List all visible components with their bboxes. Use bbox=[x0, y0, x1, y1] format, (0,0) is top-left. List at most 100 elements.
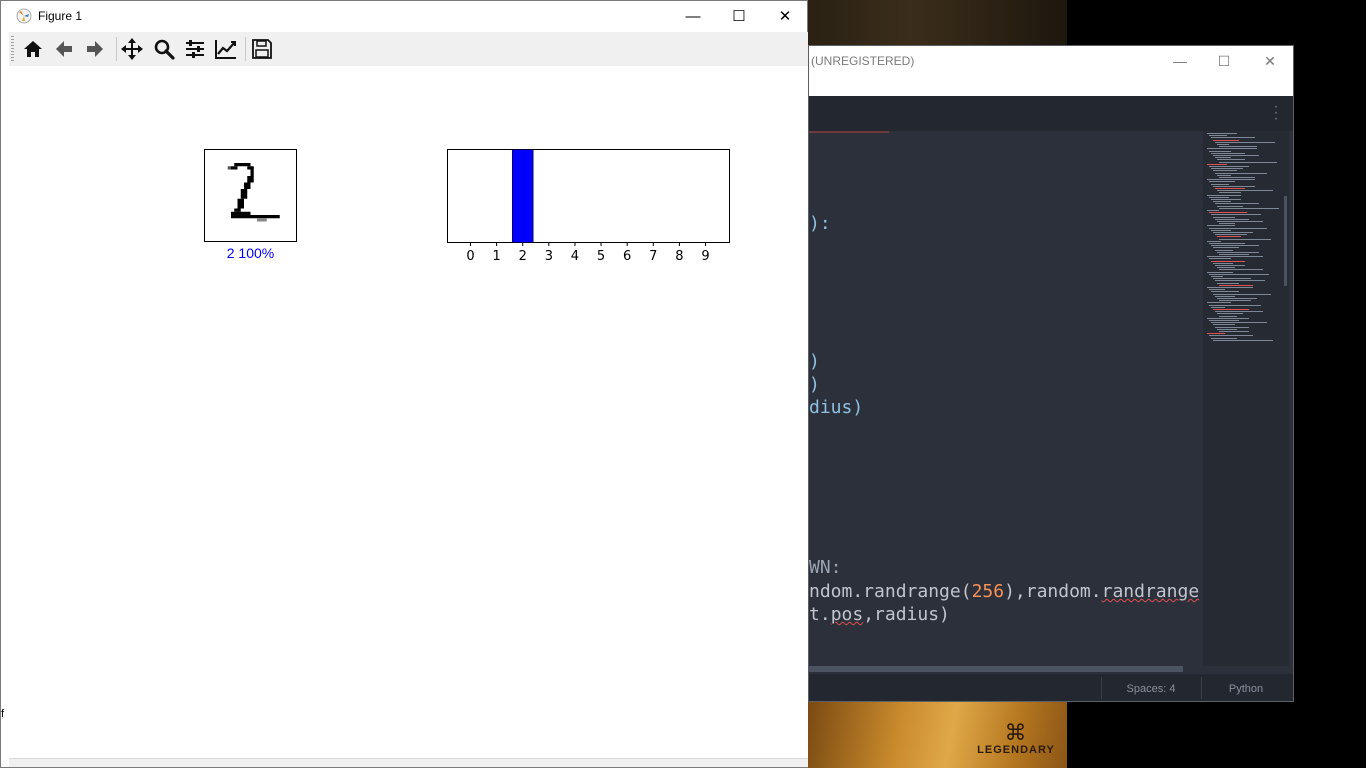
editor-minimize-button[interactable]: — bbox=[1157, 50, 1203, 72]
editor-window[interactable]: (UNREGISTERED) — ☐ ✕ · · · ):)) dius) WN: ndo… bbox=[808, 45, 1294, 702]
editor-maximize-button[interactable]: ☐ bbox=[1201, 50, 1247, 72]
figure-titlebar[interactable]: Figure 1 — ☐ ✕ bbox=[1, 1, 807, 32]
tab-overflow-icon[interactable]: · · · bbox=[1273, 99, 1279, 127]
minimap-line bbox=[1215, 280, 1265, 282]
minimap-line bbox=[1209, 258, 1231, 260]
figure-window[interactable]: Figure 1 — ☐ ✕ 2 100% 0 1 2 3 4 5 6 7 8 … bbox=[0, 0, 808, 768]
digit-image-axes bbox=[204, 149, 297, 242]
code-token: t. bbox=[809, 604, 831, 625]
code-line[interactable]: WN: bbox=[809, 557, 842, 578]
horizontal-scrollbar[interactable] bbox=[809, 666, 1183, 672]
minimap-line bbox=[1215, 295, 1235, 297]
x-tick-label: 0 bbox=[466, 249, 474, 264]
digit-image bbox=[227, 163, 280, 222]
minimap-line bbox=[1207, 210, 1219, 211]
code-line[interactable]: t.pos,radius) bbox=[809, 604, 950, 625]
code-line[interactable]: ) bbox=[809, 351, 820, 372]
minimap-line bbox=[1209, 304, 1261, 306]
minimap-line bbox=[1207, 287, 1253, 288]
minimap-line bbox=[1213, 262, 1233, 264]
minimap-line bbox=[1213, 139, 1239, 141]
x-tick-label: 2 bbox=[519, 249, 527, 264]
indentation-status[interactable]: Spaces: 4 bbox=[1101, 683, 1201, 695]
code-token: dius) bbox=[809, 397, 864, 418]
minimap-line bbox=[1207, 271, 1233, 273]
pan-icon[interactable] bbox=[118, 35, 146, 63]
minimap-line bbox=[1217, 298, 1257, 299]
editor-tabbar: · · · bbox=[809, 96, 1293, 131]
zoom-icon[interactable] bbox=[150, 35, 178, 63]
minimap-line bbox=[1219, 300, 1251, 302]
minimap-line bbox=[1217, 251, 1259, 253]
back-icon[interactable] bbox=[50, 35, 78, 63]
minimap-line bbox=[1215, 265, 1245, 266]
minimap-line bbox=[1213, 185, 1255, 187]
minimap-line bbox=[1219, 146, 1257, 148]
figure-minimize-button[interactable]: — bbox=[670, 1, 716, 32]
x-tick-label: 9 bbox=[701, 249, 709, 264]
vertical-scrollbar[interactable] bbox=[1284, 196, 1287, 286]
code-token: ): bbox=[809, 213, 831, 234]
configure-subplots-icon[interactable] bbox=[181, 35, 209, 63]
minimap-line bbox=[1219, 331, 1249, 332]
minimap-line bbox=[1219, 238, 1271, 240]
minimap-line bbox=[1207, 317, 1249, 319]
code-token: ) bbox=[809, 374, 820, 395]
matplotlib-app-icon bbox=[16, 8, 32, 24]
minimap-line bbox=[1207, 256, 1263, 258]
editor-titlebar[interactable]: (UNREGISTERED) — ☐ ✕ bbox=[809, 46, 1293, 96]
minimap-line bbox=[1217, 267, 1235, 269]
code-line[interactable]: ) bbox=[809, 374, 820, 395]
minimap-line bbox=[1211, 214, 1261, 216]
minimap-line bbox=[1209, 166, 1249, 167]
minimap-line bbox=[1215, 157, 1231, 159]
minimap-line bbox=[1211, 199, 1241, 200]
code-token: WN: bbox=[809, 557, 842, 578]
minimap-line bbox=[1211, 245, 1259, 247]
minimap-line bbox=[1213, 309, 1249, 310]
minimap-line bbox=[1207, 179, 1255, 181]
figure-canvas[interactable]: 2 100% 0 1 2 3 4 5 6 7 8 9 f bbox=[1, 66, 808, 761]
minimap-line bbox=[1213, 324, 1235, 326]
minimap-line bbox=[1213, 216, 1235, 218]
editor-statusbar: Spaces: 4 Python bbox=[809, 674, 1293, 701]
minimap-line bbox=[1207, 133, 1237, 134]
minimap[interactable] bbox=[1203, 131, 1289, 666]
minimap-line bbox=[1209, 335, 1253, 337]
minimap-line bbox=[1213, 201, 1231, 203]
forward-icon[interactable] bbox=[81, 35, 109, 63]
figure-bottom-border bbox=[9, 758, 808, 767]
minimap-line bbox=[1209, 289, 1225, 291]
minimap-line bbox=[1213, 247, 1239, 249]
editor-close-button[interactable]: ✕ bbox=[1247, 50, 1293, 72]
code-editor[interactable]: ):)) dius) WN: ndom.randrange(256),random.r… bbox=[809, 131, 1203, 666]
code-token: 256 bbox=[971, 581, 1005, 602]
syntax-status[interactable]: Python bbox=[1201, 683, 1291, 695]
minimap-line bbox=[1219, 161, 1277, 163]
code-line[interactable]: dius) bbox=[809, 397, 863, 418]
figure-close-button[interactable]: ✕ bbox=[762, 1, 808, 32]
toolbar-grip[interactable] bbox=[11, 36, 14, 62]
minimap-line bbox=[1217, 144, 1229, 145]
edit-axis-icon[interactable] bbox=[212, 35, 240, 63]
figure-maximize-button[interactable]: ☐ bbox=[716, 1, 762, 32]
code-token: ),random. bbox=[1004, 581, 1102, 602]
code-line[interactable]: ): bbox=[809, 213, 831, 234]
minimap-line bbox=[1211, 260, 1245, 262]
code-line[interactable]: ndom.randrange(256),random.randrange bbox=[809, 581, 1199, 602]
minimap-line bbox=[1219, 223, 1235, 225]
home-icon[interactable] bbox=[19, 35, 47, 63]
legendary-logo-icon: ⌘ bbox=[1004, 720, 1028, 745]
minimap-line bbox=[1217, 159, 1245, 161]
code-token: ) bbox=[809, 351, 820, 372]
x-tick-label: 7 bbox=[649, 249, 657, 264]
minimap-line bbox=[1215, 188, 1245, 189]
toolbar-divider bbox=[245, 37, 246, 61]
minimap-line bbox=[1211, 137, 1255, 139]
minimap-line bbox=[1217, 313, 1243, 315]
code-token: ndom.randrange( bbox=[809, 581, 972, 602]
save-icon[interactable] bbox=[248, 35, 276, 63]
window-left-border bbox=[1, 1, 9, 767]
stray-text: f bbox=[1, 708, 5, 720]
minimap-line bbox=[1211, 291, 1239, 293]
